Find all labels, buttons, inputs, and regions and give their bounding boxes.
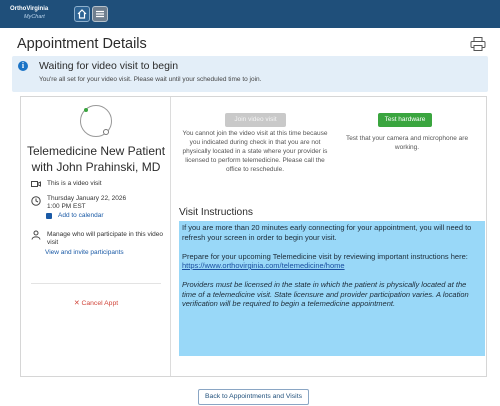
print-icon[interactable] [470,37,486,51]
home-button[interactable] [74,6,90,22]
instructions-paragraph-1: If you are more than 20 minutes early co… [182,223,472,242]
menu-button[interactable] [92,6,108,22]
instructions-paragraph-2: Prepare for your upcoming Telemedicine v… [182,251,468,261]
info-icon: i [18,61,28,71]
status-banner: i Waiting for video visit to begin You'r… [12,56,488,92]
visit-instructions-box: If you are more than 20 minutes early co… [179,221,485,356]
banner-title: Waiting for video visit to begin [39,60,179,72]
visit-type: This is a video visit [47,180,102,187]
banner-text: You're all set for your video visit. Ple… [39,76,262,83]
page-title: Appointment Details [17,36,147,52]
participants-icon [31,230,41,240]
add-to-calendar-link[interactable]: Add to calendar [58,212,104,220]
logo-brand: OrthoVirginia [10,6,49,12]
provider-avatar [80,105,112,137]
logo-sub: MyChart [24,14,45,20]
logo[interactable]: OrthoVirginia MyChart [10,5,72,23]
top-bar: OrthoVirginia MyChart [0,0,500,28]
cancel-appointment-button[interactable]: ✕ Cancel Appt [21,299,171,307]
appointment-panel: Telemedicine New Patient with John Prahi… [20,96,487,377]
telemedicine-link[interactable]: https://www.orthovirginia.com/telemedici… [182,261,345,270]
back-to-appointments-button[interactable]: Back to Appointments and Visits [198,389,309,405]
invite-participants-link[interactable]: View and invite participants [45,249,124,257]
join-unavailable-text: You cannot join the video visit at this … [182,130,328,173]
test-hardware-button[interactable]: Test hardware [378,113,432,127]
instructions-paragraph-2-group: Prepare for your upcoming Telemedicine v… [182,252,482,271]
test-hardware-text: Test that your camera and microphone are… [345,135,469,151]
calendar-icon [46,213,52,219]
avatar-badge [103,129,109,135]
join-video-visit-button[interactable]: Join video visit [225,113,286,127]
divider [31,283,161,284]
menu-icon [96,10,104,18]
instructions-paragraph-3: Providers must be licensed in the state … [182,280,469,308]
manage-participants-text-2: visit [47,239,59,246]
video-icon [31,181,41,187]
visit-instructions-title: Visit Instructions [179,207,253,218]
clock-icon [31,196,41,206]
visit-date: Thursday January 22, 2026 [47,195,127,202]
home-icon [77,9,87,19]
visit-time: 1:00 PM EST [47,203,86,210]
cancel-label: Cancel Appt [81,300,119,307]
visit-title: Telemedicine New Patient with John Prahi… [26,144,166,174]
manage-participants-text-1: Manage who will participate in this vide… [47,231,163,238]
appointment-summary: Telemedicine New Patient with John Prahi… [21,97,171,376]
status-dot [84,108,88,112]
